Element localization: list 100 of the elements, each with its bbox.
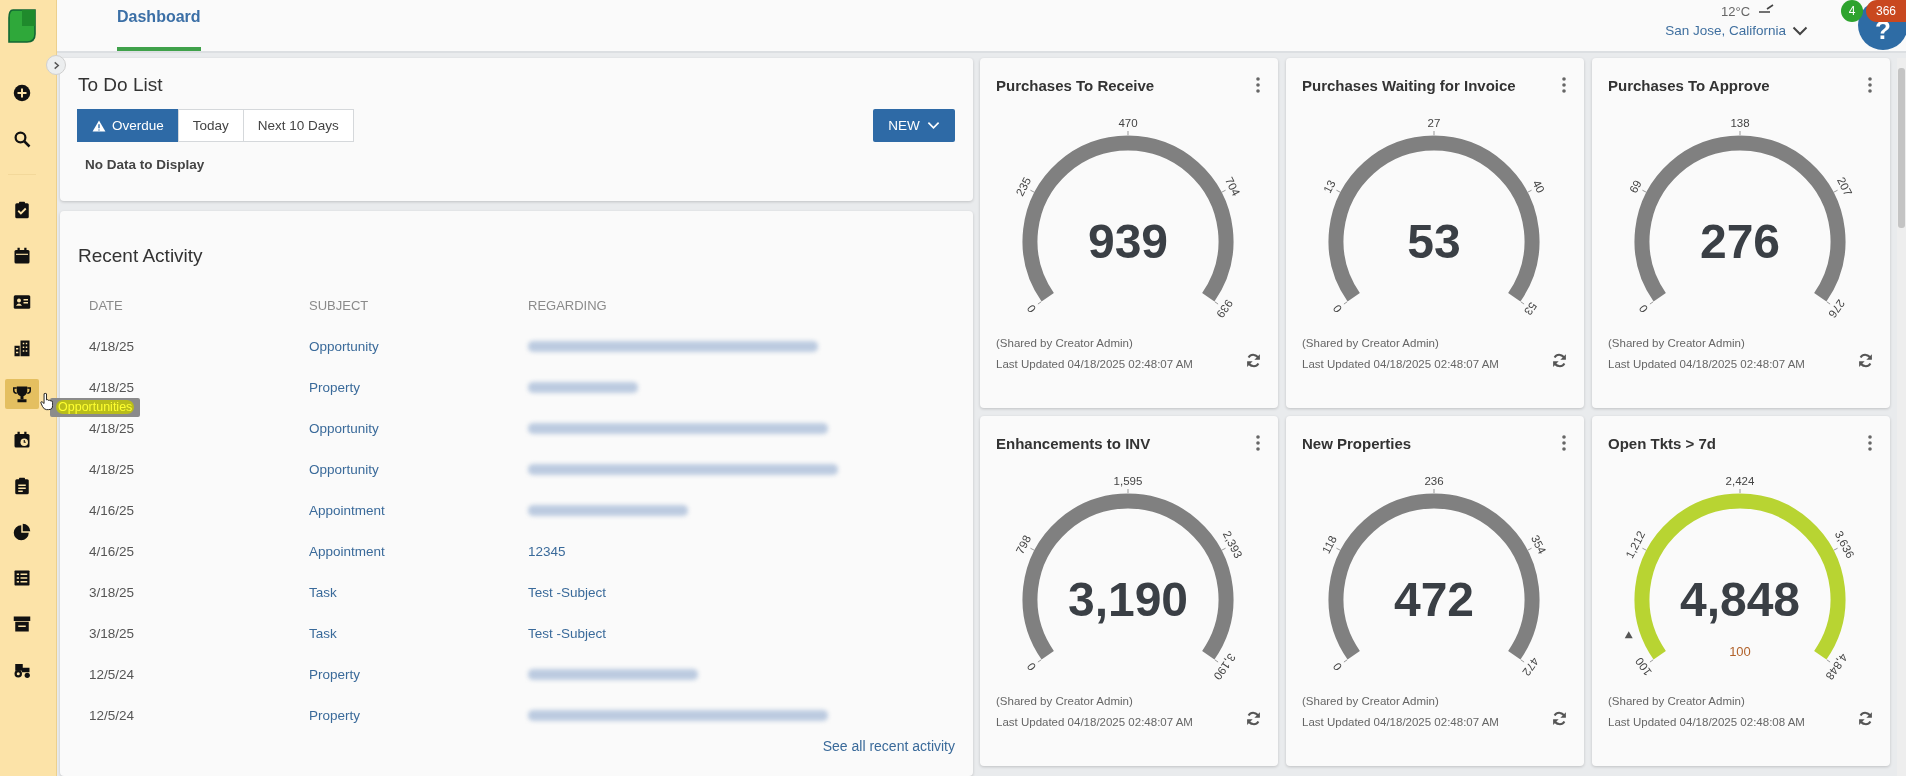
buildings-icon	[13, 339, 31, 357]
shared-by-text: (Shared by Creator Admin)	[1302, 337, 1440, 349]
tick-label: 0	[1636, 302, 1651, 315]
filter-tab[interactable]: Overdue	[77, 109, 179, 142]
subject-link[interactable]: Task	[309, 585, 337, 600]
refresh-icon[interactable]	[1551, 710, 1568, 727]
card-title: To Do List	[78, 73, 164, 96]
empty-message: No Data to Display	[85, 157, 206, 172]
search-icon	[13, 130, 31, 148]
subject-link[interactable]: Property	[309, 708, 361, 723]
last-updated-text: Last Updated 04/18/2025 02:48:07 AM	[1608, 358, 1806, 370]
tick-label: 276	[1826, 297, 1848, 320]
regarding-link[interactable]: Test -Subject	[528, 626, 607, 641]
refresh-icon[interactable]	[1245, 352, 1262, 369]
dashboard-tab[interactable]: Dashboard	[117, 0, 201, 51]
regarding-link[interactable]: Test -Subject	[528, 585, 607, 600]
tick-label: 0	[1330, 660, 1345, 673]
new-button[interactable]: NEW	[873, 109, 955, 142]
subject-link[interactable]: Opportunity	[309, 462, 379, 477]
tick-label: 13	[1321, 178, 1338, 195]
tick-label: 2,393	[1220, 529, 1245, 561]
tick-label: 27	[1427, 117, 1441, 130]
last-updated-text: Last Updated 04/18/2025 02:48:08 AM	[1608, 716, 1806, 728]
tick-label: 798	[1013, 533, 1034, 556]
last-updated-text: Last Updated 04/18/2025 02:48:07 AM	[996, 358, 1194, 370]
target-marker-icon	[1624, 631, 1633, 639]
tooltip: Opportunities	[50, 398, 141, 417]
tick-label: 207	[1834, 175, 1855, 198]
tick-label: 3,636	[1832, 529, 1857, 561]
card-title: Recent Activity	[78, 244, 204, 267]
card-title: Enhancements to INV	[996, 434, 1152, 452]
chevron-down-icon	[926, 121, 940, 130]
archive-icon	[13, 615, 31, 633]
shared-by-text: (Shared by Creator Admin)	[1608, 695, 1746, 707]
tick-label: 939	[1214, 297, 1236, 320]
subject-link[interactable]: Property	[309, 667, 361, 682]
tick-label: 40	[1530, 178, 1547, 195]
chevron-down-icon	[1792, 25, 1808, 36]
card-title: Purchases To Receive	[996, 76, 1156, 94]
temperature: 12°C	[1721, 4, 1751, 19]
tick-label: 118	[1319, 533, 1339, 556]
filter-tab[interactable]: Next 10 Days	[242, 109, 354, 142]
tick-label: 235	[1013, 175, 1034, 198]
date-cell-text: 4/16/25	[89, 543, 136, 561]
gauge-value: 276	[1699, 214, 1781, 268]
clipboard-icon	[13, 477, 31, 495]
subject-link[interactable]: Property	[309, 380, 361, 395]
subject-link[interactable]: Opportunity	[309, 421, 379, 436]
shared-by-text: (Shared by Creator Admin)	[996, 695, 1134, 707]
subject-link[interactable]: Task	[309, 626, 337, 641]
shared-by-text: (Shared by Creator Admin)	[1608, 337, 1746, 349]
date-cell-text: 4/16/25	[89, 502, 136, 520]
column-header: REGARDING	[528, 297, 608, 315]
subject-link[interactable]: Appointment	[309, 503, 385, 518]
tick-label: 1,595	[1113, 475, 1143, 488]
shared-by-text: (Shared by Creator Admin)	[996, 337, 1134, 349]
date-cell-text: 4/18/25	[89, 461, 136, 479]
location-dropdown[interactable]: San Jose, California	[1665, 23, 1808, 38]
shared-by-text: (Shared by Creator Admin)	[1302, 695, 1440, 707]
date-cell-text: 4/18/25	[89, 338, 136, 356]
notification-badge: 4	[1841, 0, 1863, 22]
refresh-icon[interactable]	[1551, 352, 1568, 369]
see-all-link[interactable]: See all recent activity	[822, 738, 955, 754]
gauge-value: 472	[1393, 572, 1475, 626]
gauge-value: 4,848	[1679, 572, 1801, 626]
clipboard-check-icon	[13, 201, 31, 219]
refresh-icon[interactable]	[1857, 352, 1874, 369]
tick-label: 2,424	[1725, 475, 1755, 488]
tick-label: 0	[1024, 302, 1039, 315]
gauge-value: 53	[1407, 214, 1461, 268]
gauge-value: 3,190	[1067, 572, 1189, 626]
date-cell-text: 3/18/25	[89, 625, 136, 643]
target-value: 100	[1729, 643, 1751, 659]
tick-label: 472	[1520, 655, 1542, 678]
regarding-link[interactable]: 12345	[528, 544, 566, 559]
pie-chart-icon	[13, 523, 31, 541]
card-title: New Properties	[1302, 434, 1413, 452]
date-cell-text: 3/18/25	[89, 584, 136, 602]
subject-link[interactable]: Appointment	[309, 544, 385, 559]
warning-icon	[92, 119, 106, 132]
trophy-icon	[13, 385, 31, 403]
sidebar-item[interactable]	[5, 379, 39, 409]
tick-label: 0	[1330, 302, 1345, 315]
calendar-icon	[13, 247, 31, 265]
tick-label: 53	[1522, 300, 1540, 318]
refresh-icon[interactable]	[1857, 710, 1874, 727]
tick-label: 100	[1632, 655, 1654, 678]
list-icon	[13, 569, 31, 587]
notification-badge: 366	[1866, 0, 1906, 22]
last-updated-text: Last Updated 04/18/2025 02:48:07 AM	[996, 716, 1194, 728]
filter-tab[interactable]: Today	[177, 109, 244, 142]
scrollbar[interactable]	[1897, 58, 1906, 776]
card-title: Purchases To Approve	[1608, 76, 1771, 94]
date-cell-text: 12/5/24	[89, 666, 136, 684]
refresh-icon[interactable]	[1245, 710, 1262, 727]
card-title: Open Tkts > 7d	[1608, 434, 1717, 452]
leaf-logo[interactable]	[7, 8, 37, 44]
subject-link[interactable]: Opportunity	[309, 339, 379, 354]
tick-label: 138	[1730, 117, 1750, 130]
column-header: SUBJECT	[309, 297, 370, 315]
